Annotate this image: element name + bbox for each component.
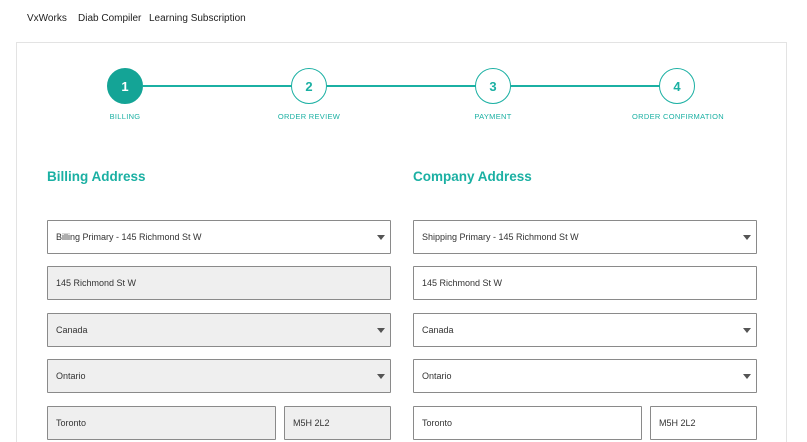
billing-city-field[interactable]: Toronto	[47, 406, 276, 440]
billing-street-value: 145 Richmond St W	[56, 278, 137, 288]
step-connector-3-4	[511, 85, 661, 87]
company-country-select[interactable]: Canada	[413, 313, 757, 347]
caret-down-icon	[743, 374, 751, 379]
caret-down-icon	[377, 328, 385, 333]
billing-address-select-value: Billing Primary - 145 Richmond St W	[56, 232, 202, 242]
step-circle-order-review[interactable]: 2	[291, 68, 327, 104]
step-label-order-confirmation: ORDER CONFIRMATION	[632, 112, 724, 121]
company-country-value: Canada	[422, 325, 454, 335]
company-province-select[interactable]: Ontario	[413, 359, 757, 393]
company-street-value: 145 Richmond St W	[422, 278, 503, 288]
company-postal-code-value: M5H 2L2	[659, 418, 696, 428]
company-postal-code-field[interactable]: M5H 2L2	[650, 406, 757, 440]
step-circle-order-confirmation[interactable]: 4	[659, 68, 695, 104]
billing-province-value: Ontario	[56, 371, 86, 381]
company-address-select[interactable]: Shipping Primary - 145 Richmond St W	[413, 220, 757, 254]
company-address-select-value: Shipping Primary - 145 Richmond St W	[422, 232, 579, 242]
company-province-value: Ontario	[422, 371, 452, 381]
company-street-field[interactable]: 145 Richmond St W	[413, 266, 757, 300]
step-connector-1-2	[143, 85, 293, 87]
billing-country-select[interactable]: Canada	[47, 313, 391, 347]
billing-street-field[interactable]: 145 Richmond St W	[47, 266, 391, 300]
billing-postal-code-field[interactable]: M5H 2L2	[284, 406, 391, 440]
checkout-stepper: 1 2 3 4 BILLING ORDER REVIEW PAYMENT ORD…	[0, 0, 807, 130]
billing-province-select[interactable]: Ontario	[47, 359, 391, 393]
company-address-title: Company Address	[413, 169, 532, 184]
step-circle-billing[interactable]: 1	[107, 68, 143, 104]
caret-down-icon	[377, 374, 385, 379]
billing-postal-code-value: M5H 2L2	[293, 418, 330, 428]
billing-address-title: Billing Address	[47, 169, 146, 184]
billing-country-value: Canada	[56, 325, 88, 335]
step-circle-payment[interactable]: 3	[475, 68, 511, 104]
step-label-order-review: ORDER REVIEW	[277, 112, 341, 121]
company-city-field[interactable]: Toronto	[413, 406, 642, 440]
caret-down-icon	[377, 235, 385, 240]
billing-city-value: Toronto	[56, 418, 87, 428]
company-city-value: Toronto	[422, 418, 453, 428]
billing-address-select[interactable]: Billing Primary - 145 Richmond St W	[47, 220, 391, 254]
caret-down-icon	[743, 235, 751, 240]
caret-down-icon	[743, 328, 751, 333]
step-label-payment: PAYMENT	[474, 112, 512, 121]
step-label-billing: BILLING	[109, 112, 141, 121]
step-connector-2-3	[327, 85, 477, 87]
